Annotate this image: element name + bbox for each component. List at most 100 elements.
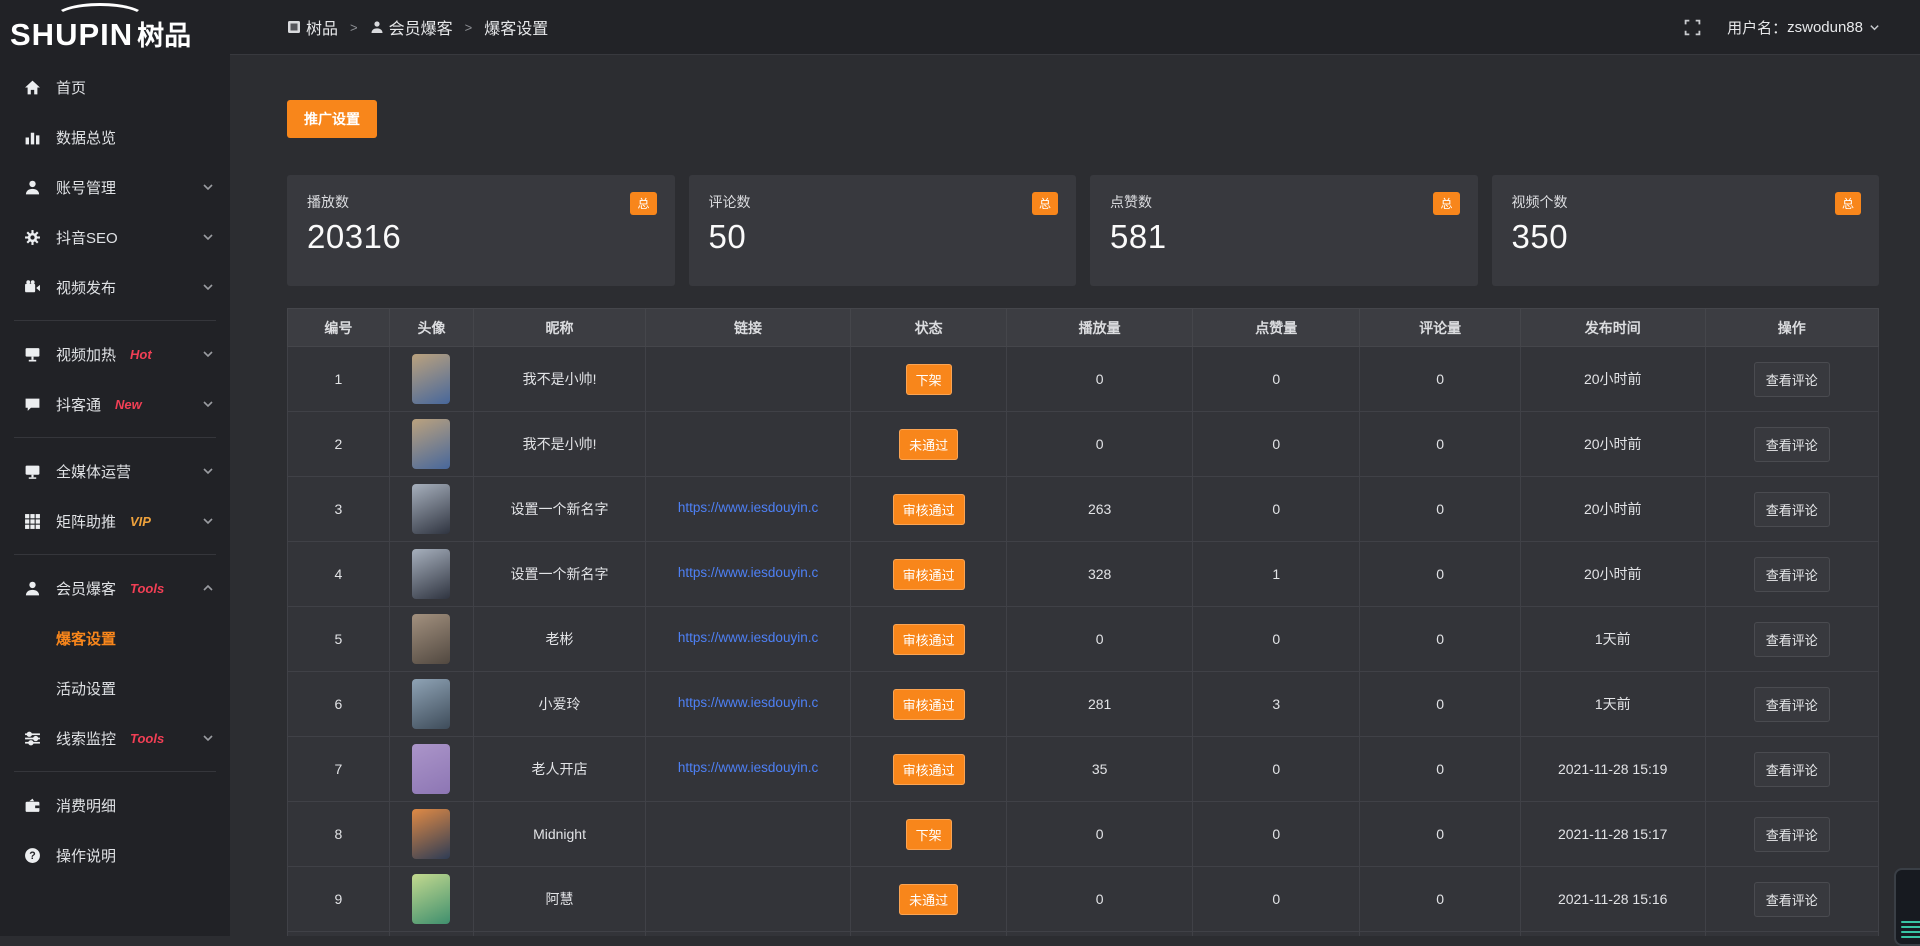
cell-likes: 0 (1193, 867, 1360, 932)
view-comments-button[interactable]: 查看评论 (1754, 427, 1830, 462)
table-row (288, 932, 1879, 937)
cell-action: 查看评论 (1705, 737, 1879, 802)
cell-action: 查看评论 (1705, 477, 1879, 542)
cell-status (851, 932, 1007, 937)
video-link[interactable]: https://www.iesdouyin.c (678, 630, 818, 645)
video-link[interactable]: https://www.iesdouyin.c (678, 500, 818, 515)
widget-line (1901, 936, 1920, 938)
video-link[interactable]: https://www.iesdouyin.c (678, 695, 818, 710)
comments-value: 0 (1436, 826, 1444, 842)
logo-text-cn: 树品 (137, 21, 191, 51)
cell-status: 下架 (851, 802, 1007, 867)
status-badge[interactable]: 未通过 (899, 429, 958, 460)
likes-value: 0 (1272, 891, 1280, 907)
cell-id: 5 (288, 607, 390, 672)
sidebar-item-data-overview[interactable]: 数据总览 (0, 112, 230, 162)
view-comments-button[interactable]: 查看评论 (1754, 492, 1830, 527)
view-comments-button[interactable]: 查看评论 (1754, 622, 1830, 657)
sidebar-subitem-baoke-settings[interactable]: 爆客设置 (0, 613, 230, 663)
sidebar-subitem-activity-settings[interactable]: 活动设置 (0, 663, 230, 713)
main-content: 推广设置 播放数 20316 总 评论数 50 总 点赞数 581 总 视频个数… (230, 55, 1920, 936)
cell-likes: 0 (1193, 737, 1360, 802)
row-id: 7 (335, 761, 343, 777)
view-comments-button[interactable]: 查看评论 (1754, 557, 1830, 592)
status-badge[interactable]: 审核通过 (893, 494, 965, 525)
sidebar-item-clue-monitor[interactable]: 线索监控 Tools (0, 713, 230, 763)
sidebar-item-video-heat[interactable]: 视频加热 Hot (0, 329, 230, 379)
table-row: 7 老人开店 https://www.iesdouyin.c 审核通过 35 0… (288, 737, 1879, 802)
likes-value: 1 (1272, 566, 1280, 582)
breadcrumb-item-home[interactable]: 树品 (287, 15, 338, 39)
sidebar-subitem-label: 爆客设置 (56, 628, 116, 649)
user-menu[interactable]: 用户名： zswodun88 (1727, 17, 1880, 38)
promotion-settings-button[interactable]: 推广设置 (287, 100, 377, 138)
publish-time: 1天前 (1595, 631, 1631, 647)
cell-nickname: 我不是小帅! (474, 347, 646, 412)
sidebar-item-label: 矩阵助推 (56, 511, 116, 532)
column-header: 发布时间 (1520, 309, 1705, 347)
status-badge[interactable]: 下架 (906, 819, 952, 850)
cell-status: 审核通过 (851, 607, 1007, 672)
status-badge[interactable]: 审核通过 (893, 624, 965, 655)
table-row: 9 阿慧 未通过 0 0 0 2021-11-28 15:16 查看评论 (288, 867, 1879, 932)
sidebar-item-douyin-seo[interactable]: 抖音SEO (0, 212, 230, 262)
vip-badge: VIP (130, 514, 151, 529)
cell-id (288, 932, 390, 937)
cell-time: 20小时前 (1520, 477, 1705, 542)
breadcrumb-item-member-baoke[interactable]: 会员爆客 (370, 15, 453, 39)
sidebar-item-all-media[interactable]: 全媒体运营 (0, 446, 230, 496)
avatar (412, 484, 450, 534)
row-id: 4 (335, 566, 343, 582)
sidebar-item-instructions[interactable]: ? 操作说明 (0, 830, 230, 880)
breadcrumb-label: 树品 (306, 15, 338, 39)
video-link[interactable]: https://www.iesdouyin.c (678, 760, 818, 775)
view-comments-button[interactable]: 查看评论 (1754, 687, 1830, 722)
status-badge[interactable]: 下架 (906, 364, 952, 395)
cell-status: 下架 (851, 347, 1007, 412)
publish-time: 2021-11-28 15:19 (1558, 761, 1668, 777)
status-badge[interactable]: 未通过 (899, 884, 958, 915)
bar-chart-icon (24, 129, 41, 146)
fullscreen-icon[interactable] (1684, 19, 1701, 36)
cell-id: 8 (288, 802, 390, 867)
breadcrumb: 树品 > 会员爆客 > 爆客设置 (287, 15, 548, 39)
user-icon (370, 20, 384, 34)
floating-support-widget[interactable] (1894, 868, 1920, 946)
avatar (412, 354, 450, 404)
cell-avatar (389, 542, 473, 607)
publish-time: 20小时前 (1584, 501, 1642, 517)
sidebar-item-member-baoke[interactable]: 会员爆客 Tools (0, 563, 230, 613)
cell-plays: 0 (1007, 347, 1193, 412)
sidebar-divider (14, 437, 216, 438)
sidebar-item-home[interactable]: 首页 (0, 62, 230, 112)
nickname-text: 阿慧 (546, 891, 574, 907)
plays-value: 0 (1096, 371, 1104, 387)
cell-nickname (474, 932, 646, 937)
stat-card-comments: 评论数 50 总 (689, 175, 1077, 286)
cell-plays (1007, 932, 1193, 937)
sidebar-item-video-publish[interactable]: 视频发布 (0, 262, 230, 312)
widget-line (1901, 931, 1920, 933)
stat-card-value: 50 (709, 218, 1057, 256)
nickname-text: 小爱玲 (539, 696, 581, 712)
cell-avatar (389, 867, 473, 932)
view-comments-button[interactable]: 查看评论 (1754, 882, 1830, 917)
cell-status: 审核通过 (851, 672, 1007, 737)
sidebar-item-account-mgmt[interactable]: 账号管理 (0, 162, 230, 212)
row-id: 6 (335, 696, 343, 712)
view-comments-button[interactable]: 查看评论 (1754, 362, 1830, 397)
view-comments-button[interactable]: 查看评论 (1754, 752, 1830, 787)
sidebar-item-consumption-detail[interactable]: 消费明细 (0, 780, 230, 830)
chevron-down-icon (1869, 22, 1880, 33)
stat-cards: 播放数 20316 总 评论数 50 总 点赞数 581 总 视频个数 350 … (287, 175, 1879, 286)
cell-plays: 0 (1007, 867, 1193, 932)
cell-status: 未通过 (851, 867, 1007, 932)
status-badge[interactable]: 审核通过 (893, 559, 965, 590)
cell-comments: 0 (1360, 412, 1521, 477)
sidebar-item-douketong[interactable]: 抖客通 New (0, 379, 230, 429)
status-badge[interactable]: 审核通过 (893, 689, 965, 720)
sidebar-item-matrix-boost[interactable]: 矩阵助推 VIP (0, 496, 230, 546)
status-badge[interactable]: 审核通过 (893, 754, 965, 785)
view-comments-button[interactable]: 查看评论 (1754, 817, 1830, 852)
video-link[interactable]: https://www.iesdouyin.c (678, 565, 818, 580)
